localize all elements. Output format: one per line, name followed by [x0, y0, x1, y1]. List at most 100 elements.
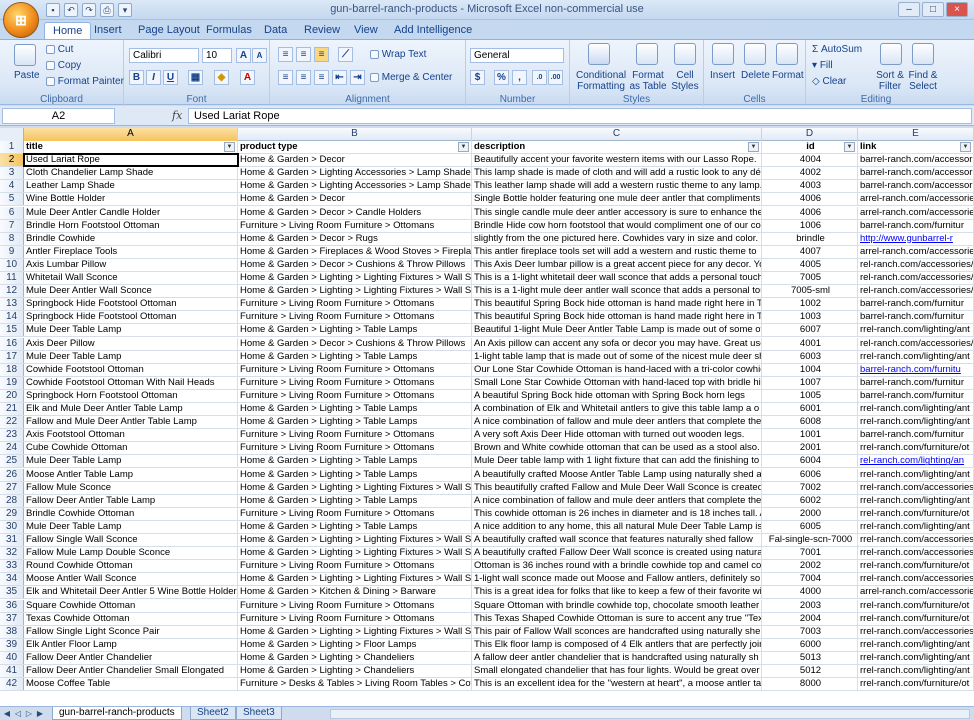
link-cell[interactable]: rrel-ranch.com/accessories/	[858, 625, 974, 638]
filter-dropdown-icon[interactable]: ▼	[844, 142, 855, 152]
cell-styles-button[interactable]: Cell Styles	[670, 70, 700, 92]
filter-dropdown-icon[interactable]: ▼	[458, 142, 469, 152]
description-cell[interactable]: A beautifully crafted Fallow Deer Wall s…	[472, 547, 762, 560]
office-button[interactable]: ⊞	[3, 2, 39, 38]
id-cell[interactable]: 7005	[762, 272, 858, 285]
product-type-cell[interactable]: Home & Garden > Lighting > Table Lamps	[238, 350, 472, 363]
format-painter-button[interactable]: Format Painter	[46, 76, 124, 87]
row-header[interactable]: 11	[0, 272, 24, 285]
id-cell[interactable]: 1007	[762, 376, 858, 389]
link-cell[interactable]: rrel-ranch.com/lighting/ant	[858, 494, 974, 507]
description-cell[interactable]: This Texas Shaped Cowhide Ottoman is sur…	[472, 612, 762, 625]
underline-button[interactable]: U	[163, 70, 178, 85]
product-type-cell[interactable]: Home & Garden > Lighting > Lighting Fixt…	[238, 272, 472, 285]
link-cell[interactable]: barrel-ranch.com/accessori	[858, 167, 974, 180]
description-cell[interactable]: A combination of Elk and Whitetail antle…	[472, 403, 762, 416]
description-cell[interactable]: A nice combination of fallow and mule de…	[472, 416, 762, 429]
id-cell[interactable]: 2003	[762, 599, 858, 612]
title-cell[interactable]: Used Lariat Rope	[24, 154, 238, 167]
description-cell[interactable]: This lamp shade is made of cloth and wil…	[472, 167, 762, 180]
id-cell[interactable]: 6005	[762, 520, 858, 533]
link-cell[interactable]: rrel-ranch.com/lighting/ant	[858, 665, 974, 678]
title-cell[interactable]: Elk and Mule Deer Antler Table Lamp	[24, 403, 238, 416]
filter-dropdown-icon[interactable]: ▼	[224, 142, 235, 152]
row-header[interactable]: 23	[0, 429, 24, 442]
align-top-icon[interactable]: ≡	[278, 47, 293, 62]
id-cell[interactable]: 6008	[762, 416, 858, 429]
row-header[interactable]: 40	[0, 651, 24, 664]
title-cell[interactable]: Texas Cowhide Ottoman	[24, 612, 238, 625]
product-type-cell[interactable]: Home & Garden > Lighting > Lighting Fixt…	[238, 625, 472, 638]
product-type-cell[interactable]: Home & Garden > Lighting > Lighting Fixt…	[238, 547, 472, 560]
horizontal-scrollbar[interactable]	[330, 709, 970, 719]
link-cell[interactable]: barrel-ranch.com/furnitur	[858, 311, 974, 324]
link-cell[interactable]: rrel-ranch.com/furniture/ot	[858, 678, 974, 691]
tab-add-intelligence[interactable]: Add Intelligence	[386, 22, 480, 39]
title-cell[interactable]: Elk Antler Floor Lamp	[24, 638, 238, 651]
last-sheet-icon[interactable]: ▶	[35, 708, 45, 719]
id-cell[interactable]: 1005	[762, 389, 858, 402]
id-cell[interactable]: 2004	[762, 612, 858, 625]
link-cell[interactable]: barrel-ranch.com/furnitur	[858, 219, 974, 232]
description-cell[interactable]: This leather lamp shade will add a weste…	[472, 180, 762, 193]
product-type-cell[interactable]: Home & Garden > Decor	[238, 193, 472, 206]
product-type-cell[interactable]: Home & Garden > Decor > Cushions & Throw…	[238, 258, 472, 271]
title-cell[interactable]: Springbock Horn Footstool Ottoman	[24, 389, 238, 402]
function-icon[interactable]: fx	[172, 109, 182, 122]
id-cell[interactable]: 1003	[762, 311, 858, 324]
description-cell[interactable]: A very soft Axis Deer Hide ottoman with …	[472, 429, 762, 442]
title-cell[interactable]: Wine Bottle Holder	[24, 193, 238, 206]
description-cell[interactable]: 1-light table lamp that is made out of s…	[472, 350, 762, 363]
link-cell[interactable]: rel-ranch.com/accessories/	[858, 258, 974, 271]
title-cell[interactable]: Axis Deer Pillow	[24, 337, 238, 350]
align-center-icon[interactable]: ≡	[296, 70, 311, 85]
link-cell[interactable]: rrel-ranch.com/furniture/ot	[858, 612, 974, 625]
title-cell[interactable]: Fallow Deer Antler Chandelier	[24, 651, 238, 664]
link-header[interactable]: link ▼	[858, 141, 974, 154]
row-header[interactable]: 17	[0, 350, 24, 363]
row-header[interactable]: 36	[0, 599, 24, 612]
description-cell[interactable]: Our Lone Star Cowhide Ottoman is hand-la…	[472, 363, 762, 376]
product-type-cell[interactable]: Furniture > Living Room Furniture > Otto…	[238, 507, 472, 520]
comma-button[interactable]: ,	[512, 70, 527, 85]
title-cell[interactable]: Cowhide Footstool Ottoman With Nail Head…	[24, 376, 238, 389]
align-right-icon[interactable]: ≡	[314, 70, 329, 85]
description-cell[interactable]: Ottoman is 36 inches round with a brindl…	[472, 560, 762, 573]
sheet-tab-sheet3[interactable]: Sheet3	[236, 707, 282, 720]
description-cell[interactable]: A nice addition to any home, this all na…	[472, 520, 762, 533]
title-cell[interactable]: Mule Deer Table Lamp	[24, 455, 238, 468]
description-cell[interactable]: Brindle Hide cow horn footstool that wou…	[472, 219, 762, 232]
title-cell[interactable]: Moose Antler Wall Sconce	[24, 573, 238, 586]
row-header[interactable]: 24	[0, 442, 24, 455]
product-type-cell[interactable]: Furniture > Living Room Furniture > Otto…	[238, 560, 472, 573]
row-header[interactable]: 7	[0, 219, 24, 232]
title-cell[interactable]: Springbock Hide Footstool Ottoman	[24, 298, 238, 311]
id-cell[interactable]: 7002	[762, 481, 858, 494]
title-cell[interactable]: Brindle Cowhide	[24, 232, 238, 245]
product-type-cell[interactable]: Home & Garden > Lighting > Table Lamps	[238, 416, 472, 429]
tab-review[interactable]: Review	[296, 22, 348, 39]
row-header[interactable]: 25	[0, 455, 24, 468]
font-color-icon[interactable]: A	[240, 70, 255, 85]
title-cell[interactable]: Fallow Mule Sconce	[24, 481, 238, 494]
sort-filter-icon[interactable]	[880, 43, 902, 65]
row-header[interactable]: 2	[0, 154, 24, 167]
align-bottom-icon[interactable]: ≡	[314, 47, 329, 62]
product-type-cell[interactable]: Furniture > Living Room Furniture > Otto…	[238, 429, 472, 442]
description-cell[interactable]: Single Bottle holder featuring one mule …	[472, 193, 762, 206]
paste-button[interactable]: Paste	[14, 70, 40, 81]
link-cell[interactable]: rel-ranch.com/accessories/	[858, 272, 974, 285]
id-cell[interactable]: 6001	[762, 403, 858, 416]
link-cell[interactable]: barrel-ranch.com/accessori	[858, 180, 974, 193]
row-header[interactable]: 34	[0, 573, 24, 586]
conditional-formatting-button[interactable]: Conditional Formatting	[576, 70, 626, 92]
title-cell[interactable]: Springbock Hide Footstool Ottoman	[24, 311, 238, 324]
description-cell[interactable]: This is a 1-light whitetail deer wall sc…	[472, 272, 762, 285]
description-cell[interactable]: A beautifully crafted wall sconce that f…	[472, 534, 762, 547]
title-cell[interactable]: Fallow Single Light Sconce Pair	[24, 625, 238, 638]
row-header[interactable]: 4	[0, 180, 24, 193]
id-cell[interactable]: 2000	[762, 507, 858, 520]
name-box[interactable]: A2	[2, 108, 115, 124]
column-header-b[interactable]: B	[238, 128, 472, 141]
tab-formulas[interactable]: Formulas	[198, 22, 260, 39]
